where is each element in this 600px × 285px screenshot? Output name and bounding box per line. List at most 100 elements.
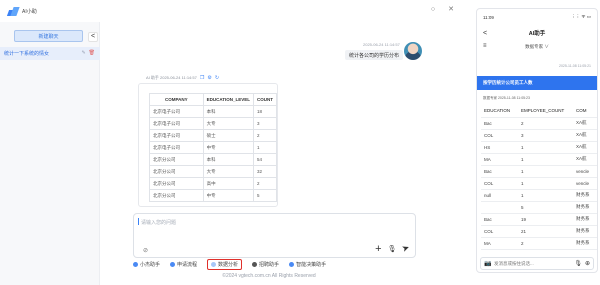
tool-label: 申请流程 bbox=[177, 262, 198, 268]
collapse-sidebar-button[interactable]: < bbox=[88, 32, 98, 42]
table-cell: 1 bbox=[518, 189, 573, 202]
tool-item[interactable]: 申请流程 bbox=[170, 261, 197, 268]
attachment-icon[interactable]: ⊘ bbox=[143, 247, 148, 254]
table-cell: 硕士 bbox=[202, 129, 255, 142]
table-cell: XA航 bbox=[573, 153, 597, 166]
status-time: 11:09 bbox=[483, 14, 494, 20]
column-header: COM bbox=[573, 105, 597, 118]
table-row: MA 2 财务系 bbox=[481, 237, 597, 250]
close-icon[interactable]: ✕ bbox=[447, 6, 455, 14]
table-cell: COL bbox=[481, 129, 518, 142]
column-header: EDUCATION_LEVEL bbox=[202, 93, 255, 106]
table-cell: 北京分公司 bbox=[149, 189, 204, 202]
table-header-row: EDUCATION EMPLOYEE_COUNT COM bbox=[481, 105, 597, 118]
table-cell: 54 bbox=[253, 153, 277, 166]
table-cell: 北京分公司 bbox=[149, 153, 204, 166]
microphone-icon[interactable]: 🎙 bbox=[388, 245, 397, 253]
table-cell: Bac bbox=[481, 213, 518, 226]
status-icons: ⋮⋮ ᯤ ▭ bbox=[571, 14, 591, 19]
table-cell: HS bbox=[481, 141, 518, 154]
microphone-icon[interactable]: 🎙 bbox=[574, 260, 582, 267]
table-cell: 3 bbox=[253, 117, 277, 130]
send-icon[interactable]: ➤ bbox=[401, 242, 412, 255]
table-row: Bac 19 财务系 bbox=[481, 213, 597, 226]
table-cell: 财务系 bbox=[573, 201, 597, 214]
table-cell: XA航 bbox=[573, 141, 597, 154]
table-cell: 财务系 bbox=[573, 213, 597, 226]
refresh-icon[interactable]: ↻ bbox=[215, 75, 219, 81]
table-cell: MA bbox=[481, 153, 518, 166]
message-input[interactable]: 请输入您的问题 ⊘ + 🎙 ➤ bbox=[133, 213, 416, 258]
table-cell: XA航 bbox=[573, 129, 597, 142]
table-cell: 18 bbox=[253, 105, 277, 118]
table-row: 北京分公司 中专 5 bbox=[149, 189, 277, 202]
phone-title: AI助手 bbox=[528, 31, 546, 37]
title-bar: AI小助 ○ ✕ bbox=[0, 0, 465, 22]
table-cell: 5 bbox=[518, 201, 573, 214]
add-icon[interactable]: ⊕ bbox=[585, 260, 590, 267]
tool-icon bbox=[211, 262, 217, 267]
new-chat-button[interactable]: 新建聊天 bbox=[14, 30, 83, 42]
table-cell: MA bbox=[481, 237, 518, 250]
phone-result-table: EDUCATION EMPLOYEE_COUNT COM Bac 2 XA航 COL 3… bbox=[481, 105, 597, 250]
result-table-card: COMPANY EDUCATION_LEVEL COUNT 北京电子公司 本科 18… bbox=[138, 83, 278, 207]
table-cell: 中专 bbox=[202, 141, 255, 154]
table-cell: 北京电子公司 bbox=[149, 129, 204, 142]
table-cell: COL bbox=[481, 225, 518, 238]
tool-icon bbox=[252, 262, 258, 267]
back-icon[interactable]: < bbox=[483, 30, 487, 37]
table-row: MA 1 XA航 bbox=[481, 153, 597, 166]
tool-icon bbox=[289, 262, 295, 267]
table-header-row: COMPANY EDUCATION_LEVEL COUNT bbox=[149, 93, 277, 106]
mobile-app: 11:09 ⋮⋮ ᯤ ▭ < AI助手 ≡ 数据专家 ∨ 2025-11-08 … bbox=[476, 8, 598, 273]
table-cell: 北京分公司 bbox=[149, 177, 204, 190]
table-row: 北京分公司 本科 54 bbox=[149, 153, 277, 166]
result-table: COMPANY EDUCATION_LEVEL COUNT 北京电子公司 本科 18… bbox=[149, 93, 277, 202]
history-item[interactable]: 统计一下系统的情女 ✎ 🗑 bbox=[0, 47, 100, 60]
user-message-timestamp: 2025-06-24 11:14:57 bbox=[363, 42, 400, 47]
tool-item[interactable]: 招聘助手 bbox=[252, 261, 279, 268]
minimize-icon[interactable]: ○ bbox=[429, 6, 437, 14]
table-cell: 5 bbox=[253, 189, 277, 202]
user-message: 统计各公司的学历分布 bbox=[345, 50, 404, 60]
table-cell: 财务系 bbox=[573, 189, 597, 202]
edit-icon[interactable]: ✎ bbox=[81, 50, 85, 56]
history-item-actions: ✎ 🗑 bbox=[81, 50, 95, 56]
tool-item[interactable]: 数据分析 bbox=[207, 259, 243, 270]
tool-icon bbox=[170, 262, 176, 267]
table-cell: Bac bbox=[481, 165, 518, 178]
column-header: COUNT bbox=[253, 93, 277, 106]
delete-icon[interactable]: 🗑 bbox=[89, 50, 95, 56]
table-cell: 19 bbox=[518, 213, 573, 226]
table-cell: 1 bbox=[253, 141, 277, 154]
sidebar: 新建聊天 < 统计一下系统的情女 ✎ 🗑 bbox=[0, 22, 100, 285]
tool-item[interactable]: 小杰助手 bbox=[133, 261, 160, 268]
copy-icon[interactable]: ❐ bbox=[200, 75, 204, 81]
phone-status-bar: 11:09 ⋮⋮ ᯤ ▭ bbox=[477, 9, 597, 25]
plus-icon[interactable]: + bbox=[375, 243, 381, 254]
table-cell: 1 bbox=[518, 165, 573, 178]
model-selector[interactable]: 数据专家 ∨ bbox=[477, 44, 597, 50]
table-row: 北京电子公司 本科 18 bbox=[149, 105, 277, 118]
table-cell: 2 bbox=[518, 117, 573, 130]
tool-item[interactable]: 智能决策助手 bbox=[289, 261, 326, 268]
table-cell: 本科 bbox=[202, 105, 255, 118]
table-cell: 3 bbox=[518, 129, 573, 142]
copyright-text: ©2024 vgtech.com.cn All Rights Reserved bbox=[222, 273, 316, 279]
tool-label: 小杰助手 bbox=[140, 262, 161, 268]
table-cell: 大专 bbox=[202, 117, 255, 130]
table-cell: 1 bbox=[518, 141, 573, 154]
camera-icon[interactable]: 📷 bbox=[484, 260, 491, 267]
history-item-label: 统计一下系统的情女 bbox=[4, 51, 50, 57]
footer: ©2024 vgtech.com.cn All Rights Reserved bbox=[0, 273, 465, 279]
table-cell: 北京电子公司 bbox=[149, 117, 204, 130]
phone-user-message: 按学历统计公司员工人数 bbox=[477, 76, 597, 90]
table-row: Bac 2 XA航 bbox=[481, 117, 597, 130]
settings-icon[interactable]: ⚙ bbox=[207, 75, 211, 81]
tool-label: 智能决策助手 bbox=[296, 262, 327, 268]
input-placeholder: 请输入您的问题 bbox=[141, 220, 177, 226]
ai-message-header: AI 助手 2025-06-24 11:14:57 ❐ ⚙ ↻ bbox=[146, 75, 219, 81]
assistant-toolbar: 小杰助手 申请流程 数据分析 招聘助手 智能决策助手 bbox=[133, 259, 326, 270]
phone-message-input[interactable]: 📷 发消息或按住说话... 🎙 ⊕ bbox=[480, 257, 594, 270]
table-cell: 大专 bbox=[202, 165, 255, 178]
